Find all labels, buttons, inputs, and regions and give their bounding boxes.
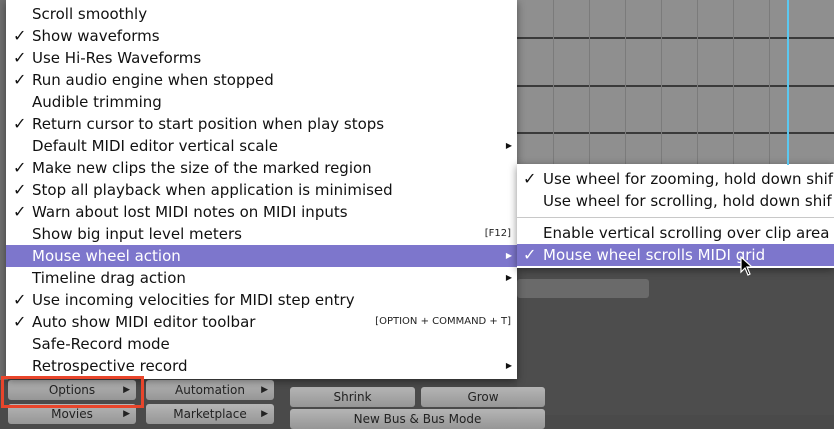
grid-beat-line: [697, 0, 698, 165]
checkmark-icon: ✓: [13, 70, 27, 89]
menu-item-label: Show big input level meters: [32, 225, 242, 243]
marketplace-button[interactable]: Marketplace ▶: [146, 404, 274, 424]
grow-button[interactable]: Grow: [421, 387, 545, 407]
menu-item-show-waveforms[interactable]: ✓ Show waveforms: [6, 25, 517, 47]
menu-item-label: Use wheel for zooming, hold down shif: [543, 170, 834, 188]
menu-separator: [517, 217, 834, 218]
menu-item-make-new-clips-the-size-of-the-marked-region[interactable]: ✓ Make new clips the size of the marked r…: [6, 157, 517, 179]
menu-item-label: Mouse wheel action: [32, 247, 181, 265]
menu-item-safe-record-mode[interactable]: Safe-Record mode: [6, 333, 517, 355]
automation-button-label: Automation: [175, 383, 245, 397]
menu-item-label: Return cursor to start position when pla…: [32, 115, 385, 133]
grid-beat-line: [661, 0, 662, 165]
menu-item-show-big-input-level-meters[interactable]: Show big input level meters [F12]: [6, 223, 517, 245]
checkmark-icon: ✓: [13, 48, 27, 67]
menu-item-mouse-wheel-scrolls-midi-grid[interactable]: ✓ Mouse wheel scrolls MIDI grid: [517, 244, 834, 266]
menu-item-use-hi-res-waveforms[interactable]: ✓ Use Hi-Res Waveforms: [6, 47, 517, 69]
shrink-button-label: Shrink: [333, 390, 372, 404]
submenu-arrow-icon: ▶: [505, 251, 512, 260]
menu-item-label: Scroll smoothly: [32, 5, 148, 23]
menu-item-label: Mouse wheel scrolls MIDI grid: [543, 246, 766, 264]
menu-item-default-midi-editor-vertical-scale[interactable]: Default MIDI editor vertical scale ▶: [6, 135, 517, 157]
grid-beat-line: [769, 0, 770, 165]
menu-item-timeline-drag-action[interactable]: Timeline drag action ▶: [6, 267, 517, 289]
menu-item-label: Use Hi-Res Waveforms: [32, 49, 202, 67]
grid-beat-line: [733, 0, 734, 165]
menu-item-label: Default MIDI editor vertical scale: [32, 137, 278, 155]
checkmark-icon: ✓: [13, 290, 27, 309]
menu-item-label: Audible trimming: [32, 93, 162, 111]
menu-item-label: Run audio engine when stopped: [32, 71, 274, 89]
options-menu: Scroll smoothly ✓ Show waveforms ✓ Use Hi-Re…: [6, 0, 517, 379]
menu-item-return-cursor-to-start-position-when-play-stops[interactable]: ✓ Return cursor to start position when pl…: [6, 113, 517, 135]
menu-item-audible-trimming[interactable]: Audible trimming: [6, 91, 517, 113]
menu-item-use-wheel-for-scrolling-hold-down-shif[interactable]: Use wheel for scrolling, hold down shif: [517, 190, 834, 212]
checkmark-icon: ✓: [13, 202, 27, 221]
menu-item-auto-show-midi-editor-toolbar[interactable]: ✓ Auto show MIDI editor toolbar [OPTION + …: [6, 311, 517, 333]
menu-item-enable-vertical-scrolling-over-clip-area[interactable]: Enable vertical scrolling over clip area: [517, 222, 834, 244]
menu-item-use-wheel-for-zooming-hold-down-shif[interactable]: ✓ Use wheel for zooming, hold down shif: [517, 168, 834, 190]
bus-mode-button[interactable]: New Bus & Bus Mode: [290, 409, 545, 429]
movies-button-label: Movies: [51, 407, 93, 421]
shortcut-label: [OPTION + COMMAND + T]: [375, 316, 511, 327]
menu-item-label: Use incoming velocities for MIDI step en…: [32, 291, 355, 309]
menu-item-retrospective-record[interactable]: Retrospective record ▶: [6, 355, 517, 377]
menu-item-label: Safe-Record mode: [32, 335, 170, 353]
mouse-pointer-icon: [740, 256, 754, 276]
shrink-button[interactable]: Shrink: [290, 387, 415, 407]
menu-item-label: Timeline drag action: [32, 269, 186, 287]
chevron-right-icon: ▶: [261, 385, 268, 395]
checkmark-icon: ✓: [13, 180, 27, 199]
menu-item-stop-all-playback-when-application-is-minimised[interactable]: ✓ Stop all playback when application is m…: [6, 179, 517, 201]
menu-item-run-audio-engine-when-stopped[interactable]: ✓ Run audio engine when stopped: [6, 69, 517, 91]
menu-item-use-incoming-velocities-for-midi-step-entry[interactable]: ✓ Use incoming velocities for MIDI step e…: [6, 289, 517, 311]
grid-beat-line: [589, 0, 590, 165]
playhead-line[interactable]: [787, 0, 789, 165]
checkmark-icon: ✓: [13, 26, 27, 45]
options-callout-highlight: [1, 376, 144, 408]
menu-item-label: Show waveforms: [32, 27, 160, 45]
chevron-right-icon: ▶: [261, 409, 268, 419]
menu-item-label: Warn about lost MIDI notes on MIDI input…: [32, 203, 348, 221]
menu-item-label: Use wheel for scrolling, hold down shif: [543, 192, 832, 210]
menu-item-label: Make new clips the size of the marked re…: [32, 159, 372, 177]
bus-mode-button-label: New Bus & Bus Mode: [353, 412, 482, 426]
grow-button-label: Grow: [467, 390, 499, 404]
checkmark-icon: ✓: [523, 245, 537, 264]
scroll-bar[interactable]: [517, 279, 649, 298]
checkmark-icon: ✓: [13, 114, 27, 133]
grid-beat-line: [553, 0, 554, 165]
menu-item-mouse-wheel-action[interactable]: Mouse wheel action ▶: [6, 245, 517, 267]
submenu-arrow-icon: ▶: [505, 361, 512, 370]
mouse-wheel-action-submenu: ✓ Use wheel for zooming, hold down shif Us…: [517, 164, 834, 268]
menu-item-scroll-smoothly[interactable]: Scroll smoothly: [6, 3, 517, 25]
automation-button[interactable]: Automation ▶: [146, 380, 274, 400]
checkmark-icon: ✓: [13, 158, 27, 177]
submenu-arrow-icon: ▶: [505, 141, 512, 150]
marketplace-button-label: Marketplace: [173, 407, 247, 421]
menu-item-label: Enable vertical scrolling over clip area: [543, 224, 830, 242]
shortcut-label: [F12]: [484, 228, 511, 239]
checkmark-icon: ✓: [523, 169, 537, 188]
menu-item-warn-about-lost-midi-notes-on-midi-inputs[interactable]: ✓ Warn about lost MIDI notes on MIDI inpu…: [6, 201, 517, 223]
checkmark-icon: ✓: [13, 312, 27, 331]
menu-item-label: Retrospective record: [32, 357, 188, 375]
menu-item-label: Auto show MIDI editor toolbar: [32, 313, 256, 331]
grid-beat-line: [625, 0, 626, 165]
menu-item-label: Stop all playback when application is mi…: [32, 181, 393, 199]
submenu-arrow-icon: ▶: [505, 273, 512, 282]
